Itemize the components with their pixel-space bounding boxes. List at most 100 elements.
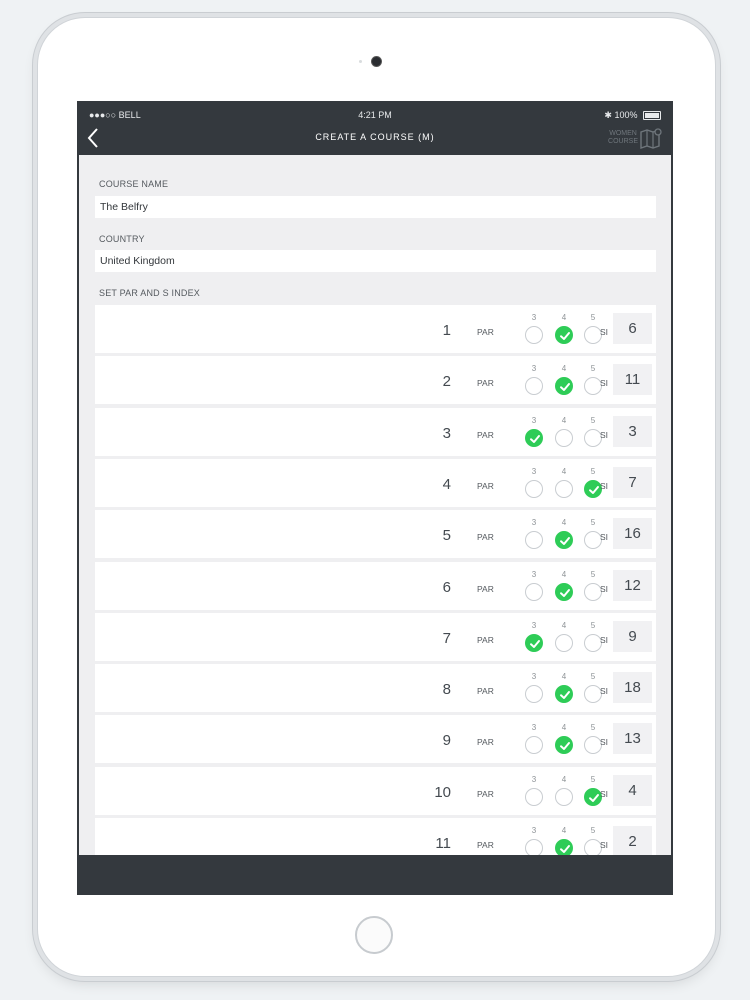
par-option-number: 3 [531,518,537,528]
par-label: PAR [477,686,494,697]
bluetooth-icon: ✱ [604,110,612,120]
par-3-radio[interactable] [525,787,543,806]
hole-number: 7 [442,629,451,647]
si-label: SI [600,429,609,440]
stroke-index-input[interactable]: 9 [613,620,652,652]
si-label: SI [600,840,609,850]
par-4-radio[interactable] [555,428,573,447]
stroke-index-input[interactable]: 13 [613,723,652,755]
hole-number: 8 [442,681,451,699]
hole-number: 11 [435,835,451,852]
par-option-number: 4 [561,313,567,322]
hole-number: 4 [442,475,451,493]
hole-number: 9 [442,732,451,750]
par-option-number: 5 [590,364,596,374]
par-3-radio[interactable] [525,685,543,704]
hole-row: 10 PAR 3 4 5 SI 4 [95,766,656,815]
stroke-index-input[interactable]: 6 [613,313,652,344]
par-3-radio[interactable] [525,479,543,498]
stroke-index-input[interactable]: 2 [613,826,652,855]
nav-bar: CREATE A COURSE (M) WOMEN COURSE [77,125,673,155]
par-option-number: 3 [531,466,537,476]
si-label: SI [600,686,609,697]
par-4-radio[interactable] [555,736,573,755]
par-option-number: 4 [561,466,567,476]
par-option-number: 5 [590,723,596,733]
par-option-number: 3 [531,620,537,630]
par-option-number: 3 [531,826,537,835]
par-option-number: 5 [590,620,596,630]
par-3-radio[interactable] [525,736,543,755]
par-label: PAR [477,429,494,440]
par-4-radio[interactable] [555,685,573,704]
par-option-number: 4 [561,672,567,682]
par-label: PAR [477,788,494,799]
hole-row: 3 PAR 3 4 5 SI 3 [95,407,656,456]
hole-number: 10 [434,783,451,801]
par-4-radio[interactable] [555,326,573,344]
par-3-radio[interactable] [525,839,543,855]
par-option-number: 3 [531,774,537,784]
hole-row: 4 PAR 3 4 5 SI 7 [95,458,656,507]
proximity-sensor [359,60,362,63]
stroke-index-input[interactable]: 4 [613,774,652,806]
si-label: SI [600,788,609,799]
par-3-radio[interactable] [525,326,543,344]
hole-row: 2 PAR 3 4 5 SI 11 [95,356,656,405]
si-label: SI [600,634,609,645]
par-option-number: 5 [590,518,596,528]
hole-row: 11 PAR 3 4 5 SI 2 [95,818,656,855]
par-option-number: 5 [590,415,596,425]
par-4-radio[interactable] [555,582,573,601]
home-button[interactable] [355,916,393,954]
par-4-radio[interactable] [555,633,573,652]
si-label: SI [600,532,609,543]
stroke-index-input[interactable]: 3 [613,415,652,447]
checkmark-icon [560,537,570,546]
par-label: PAR [477,583,494,594]
form-content: COURSE NAME The Belfry COUNTRY United Ki… [79,155,671,855]
stroke-index-input[interactable]: 16 [613,518,652,550]
hole-row: 5 PAR 3 4 5 SI 16 [95,510,656,559]
par-option-number: 4 [561,826,567,835]
par-option-number: 3 [531,723,537,733]
par-3-radio[interactable] [525,377,543,396]
hole-number: 5 [442,527,451,545]
par-3-radio[interactable] [525,428,543,447]
par-3-radio[interactable] [525,582,543,601]
par-option-number: 4 [561,569,567,579]
par-4-radio[interactable] [555,787,573,806]
checkmark-icon [530,434,540,443]
country-field[interactable]: United Kingdom [95,250,656,272]
stroke-index-input[interactable]: 7 [613,466,652,498]
par-label: PAR [477,378,494,389]
checkmark-icon [560,383,570,392]
par-option-number: 4 [561,620,567,630]
par-4-radio[interactable] [555,479,573,498]
status-right: ✱ 100% [604,110,661,121]
par-3-radio[interactable] [525,531,543,550]
par-option-number: 4 [561,364,567,374]
women-course-toggle[interactable]: WOMEN COURSE [603,127,663,151]
par-4-radio[interactable] [555,531,573,550]
women-course-label: WOMEN COURSE [608,130,638,146]
par-4-radio[interactable] [555,377,573,396]
par-option-number: 3 [531,364,537,374]
par-label: PAR [477,532,494,543]
course-map-icon [640,128,662,149]
par-3-radio[interactable] [525,633,543,652]
par-label: PAR [477,840,494,850]
par-4-radio[interactable] [555,839,573,855]
par-option-number: 3 [531,672,537,682]
course-name-field[interactable]: The Belfry [95,196,656,218]
stroke-index-input[interactable]: 12 [613,569,652,601]
par-option-number: 4 [561,723,567,733]
checkmark-icon [560,691,570,700]
par-option-number: 4 [561,774,567,784]
si-label: SI [600,327,609,337]
hole-row: 8 PAR 3 4 5 SI 18 [95,664,656,713]
si-label: SI [600,737,609,748]
stroke-index-input[interactable]: 18 [613,672,652,704]
stroke-index-input[interactable]: 11 [613,364,652,396]
par-option-number: 3 [531,313,537,322]
